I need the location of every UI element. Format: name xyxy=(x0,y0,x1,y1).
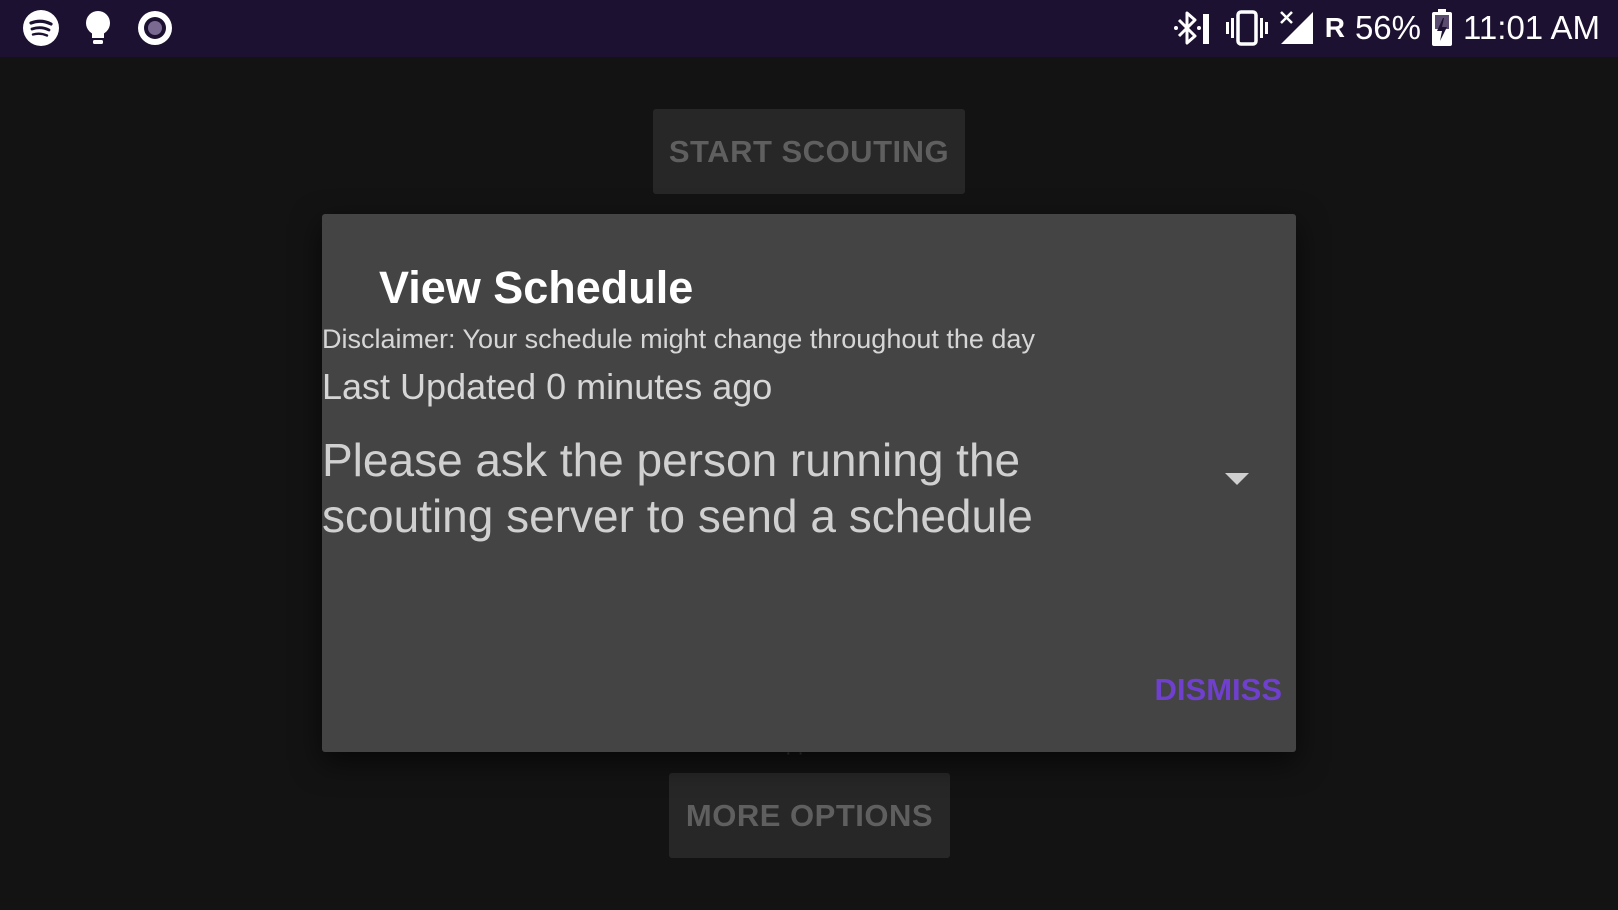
disclaimer-text: Disclaimer: Your schedule might change t… xyxy=(322,324,1035,354)
view-schedule-dialog: View Schedule Disclaimer: Your schedule … xyxy=(322,214,1296,752)
dismiss-button[interactable]: DISMISS xyxy=(1082,662,1282,718)
vibrate-icon xyxy=(1225,10,1269,46)
notification-icons xyxy=(22,8,174,48)
battery-charging-icon xyxy=(1431,9,1453,47)
system-indicators: R 56% 11:01 AM xyxy=(1173,8,1600,48)
bluetooth-icon xyxy=(1173,10,1215,46)
signal-no-service-icon xyxy=(1279,10,1315,46)
screen: R 56% 11:01 AM START SCOUTING · · MORE O… xyxy=(0,0,1618,910)
battery-percent: 56% xyxy=(1354,9,1422,46)
spotify-icon xyxy=(22,9,60,47)
start-scouting-button[interactable]: START SCOUTING xyxy=(653,109,965,194)
dialog-title: View Schedule xyxy=(379,262,694,313)
roaming-indicator: R xyxy=(1324,12,1345,43)
clock: 11:01 AM xyxy=(1463,9,1600,46)
lightbulb-icon xyxy=(80,8,116,48)
dropdown-arrow-icon[interactable] xyxy=(1225,473,1249,485)
record-icon xyxy=(136,9,174,47)
schedule-spinner[interactable]: Please ask the person running the scouti… xyxy=(322,432,1296,552)
last-updated-text: Last Updated 0 minutes ago xyxy=(322,366,773,407)
status-bar: R 56% 11:01 AM xyxy=(0,0,1618,57)
more-options-button[interactable]: MORE OPTIONS xyxy=(669,773,950,858)
schedule-spinner-value: Please ask the person running the scouti… xyxy=(322,434,1033,542)
